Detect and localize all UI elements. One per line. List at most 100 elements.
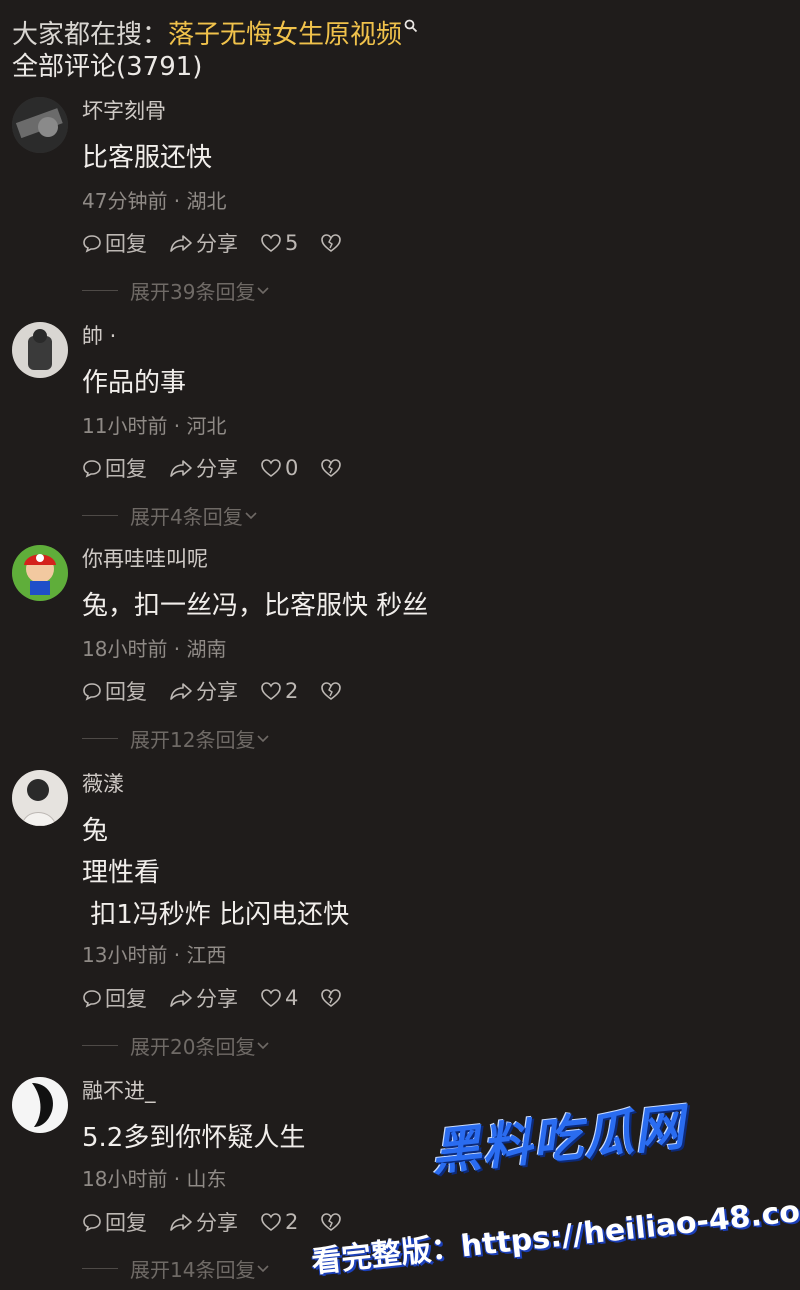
like-button[interactable]: 2 — [260, 679, 298, 703]
chevron-down-icon — [257, 735, 270, 743]
comment-meta: 11小时前 · 河北 — [82, 414, 227, 438]
watermark-logo: 黑料吃瓜网 — [428, 1097, 688, 1183]
comment-body: 作品的事 — [82, 362, 186, 404]
search-suggestion[interactable]: 大家都在搜：落子无悔女生原视频 — [12, 8, 418, 52]
comment-text-line: 理性看 — [82, 858, 161, 888]
dislike-button[interactable] — [320, 988, 345, 1008]
expand-replies-label: 展开4条回复 — [130, 504, 243, 529]
reply-label: 回复 — [105, 1211, 147, 1235]
like-count: 2 — [285, 1210, 299, 1234]
heart-icon — [261, 682, 281, 700]
heart-icon — [261, 459, 281, 477]
dislike-button[interactable] — [320, 233, 345, 253]
chevron-down-icon — [245, 512, 257, 520]
comments-count: 全部评论(3791) — [12, 52, 203, 82]
comment-username[interactable]: 融不进_ — [82, 1077, 156, 1105]
like-count: 2 — [285, 679, 299, 703]
comment-item: 帥 · 作品的事 11小时前 · 河北 回复 分享 0 展开4条回复 — [0, 322, 800, 544]
share-button[interactable]: 分享 — [169, 983, 238, 1013]
heart-icon — [261, 989, 281, 1007]
broken-heart-icon — [321, 682, 342, 700]
like-count: 5 — [285, 231, 299, 255]
chevron-down-icon — [257, 1265, 270, 1273]
expand-replies-button[interactable]: 展开14条回复 — [82, 1254, 271, 1282]
broken-heart-icon — [321, 989, 342, 1007]
comment-text-line: 比客服还快 — [82, 143, 213, 173]
share-button[interactable]: 分享 — [169, 1207, 238, 1237]
divider — [82, 1044, 118, 1046]
comment-actions: 回复 分享 4 — [82, 983, 367, 1013]
reply-button[interactable]: 回复 — [82, 676, 147, 706]
comment-text-line: 兔，扣一丝冯，比客服快 秒丝 — [82, 591, 429, 621]
share-icon — [170, 1214, 192, 1231]
watermark-text: 看完整版：https://heiliao-48.com — [309, 1190, 800, 1281]
avatar[interactable] — [12, 1077, 68, 1133]
share-button[interactable]: 分享 — [169, 676, 238, 706]
comment-body: 兔 理性看 扣1冯秒炸 比闪电还快 — [82, 810, 349, 936]
reply-button[interactable]: 回复 — [82, 453, 147, 483]
comment-username[interactable]: 帥 · — [82, 322, 116, 350]
comment-meta: 18小时前 · 湖南 — [82, 637, 227, 661]
share-icon — [170, 683, 192, 700]
watermark: 黑料吃瓜网 看完整版：https://heiliao-48.com — [310, 1098, 800, 1280]
reply-icon — [83, 460, 101, 478]
comment-actions: 回复 分享 2 — [82, 676, 367, 706]
comment-username[interactable]: 坏字刻骨 — [82, 97, 166, 125]
share-icon — [170, 990, 192, 1007]
avatar[interactable] — [12, 322, 68, 378]
expand-replies-label: 展开39条回复 — [130, 279, 256, 304]
avatar[interactable] — [12, 97, 68, 153]
comment-meta: 13小时前 · 江西 — [82, 943, 227, 967]
like-count: 4 — [285, 986, 299, 1010]
comment-text-line: 作品的事 — [82, 368, 187, 398]
reply-icon — [83, 235, 101, 253]
comment-meta: 18小时前 · 山东 — [82, 1167, 227, 1191]
comment-text-line: 扣1冯秒炸 比闪电还快 — [82, 900, 350, 930]
comment-body: 比客服还快 — [82, 137, 212, 179]
share-button[interactable]: 分享 — [169, 453, 238, 483]
divider — [82, 514, 118, 516]
reply-button[interactable]: 回复 — [82, 1207, 147, 1237]
heart-icon — [261, 1213, 281, 1231]
like-button[interactable]: 5 — [260, 231, 298, 255]
search-icon[interactable] — [404, 8, 418, 33]
reply-button[interactable]: 回复 — [82, 228, 147, 258]
comment-item: 薇漾 兔 理性看 扣1冯秒炸 比闪电还快 13小时前 · 江西 回复 分享 4 … — [0, 770, 800, 1070]
reply-icon — [83, 990, 101, 1008]
avatar[interactable] — [12, 770, 68, 826]
like-button[interactable]: 2 — [260, 1210, 298, 1234]
search-suggestion-term[interactable]: 落子无悔女生原视频 — [168, 20, 402, 50]
avatar[interactable] — [12, 545, 68, 601]
like-button[interactable]: 4 — [260, 986, 298, 1010]
chevron-down-icon — [257, 287, 270, 295]
reply-button[interactable]: 回复 — [82, 983, 147, 1013]
comment-actions: 回复 分享 5 — [82, 228, 367, 258]
share-icon — [170, 235, 192, 252]
share-icon — [170, 460, 192, 477]
like-button[interactable]: 0 — [260, 456, 298, 480]
share-button[interactable]: 分享 — [169, 228, 238, 258]
expand-replies-button[interactable]: 展开20条回复 — [82, 1031, 271, 1059]
heart-icon — [261, 234, 281, 252]
reply-label: 回复 — [105, 232, 147, 256]
comment-username[interactable]: 你再哇哇叫呢 — [82, 545, 208, 573]
share-label: 分享 — [196, 232, 238, 256]
reply-icon — [83, 1214, 101, 1232]
expand-replies-button[interactable]: 展开4条回复 — [82, 501, 259, 529]
share-label: 分享 — [196, 680, 238, 704]
comment-username[interactable]: 薇漾 — [82, 770, 124, 798]
reply-label: 回复 — [105, 457, 147, 481]
reply-label: 回复 — [105, 680, 147, 704]
broken-heart-icon — [321, 234, 342, 252]
comment-actions: 回复 分享 0 — [82, 453, 367, 483]
comment-item: 坏字刻骨 比客服还快 47分钟前 · 湖北 回复 分享 5 展开39条回复 — [0, 97, 800, 319]
comment-text-line: 5.2多到你怀疑人生 — [82, 1123, 306, 1153]
expand-replies-button[interactable]: 展开12条回复 — [82, 724, 271, 752]
comment-body: 5.2多到你怀疑人生 — [82, 1117, 305, 1159]
dislike-button[interactable] — [320, 458, 345, 478]
dislike-button[interactable] — [320, 681, 345, 701]
divider — [82, 1267, 118, 1269]
expand-replies-button[interactable]: 展开39条回复 — [82, 276, 271, 304]
comment-text-line: 兔 — [82, 816, 109, 846]
chevron-down-icon — [257, 1042, 270, 1050]
